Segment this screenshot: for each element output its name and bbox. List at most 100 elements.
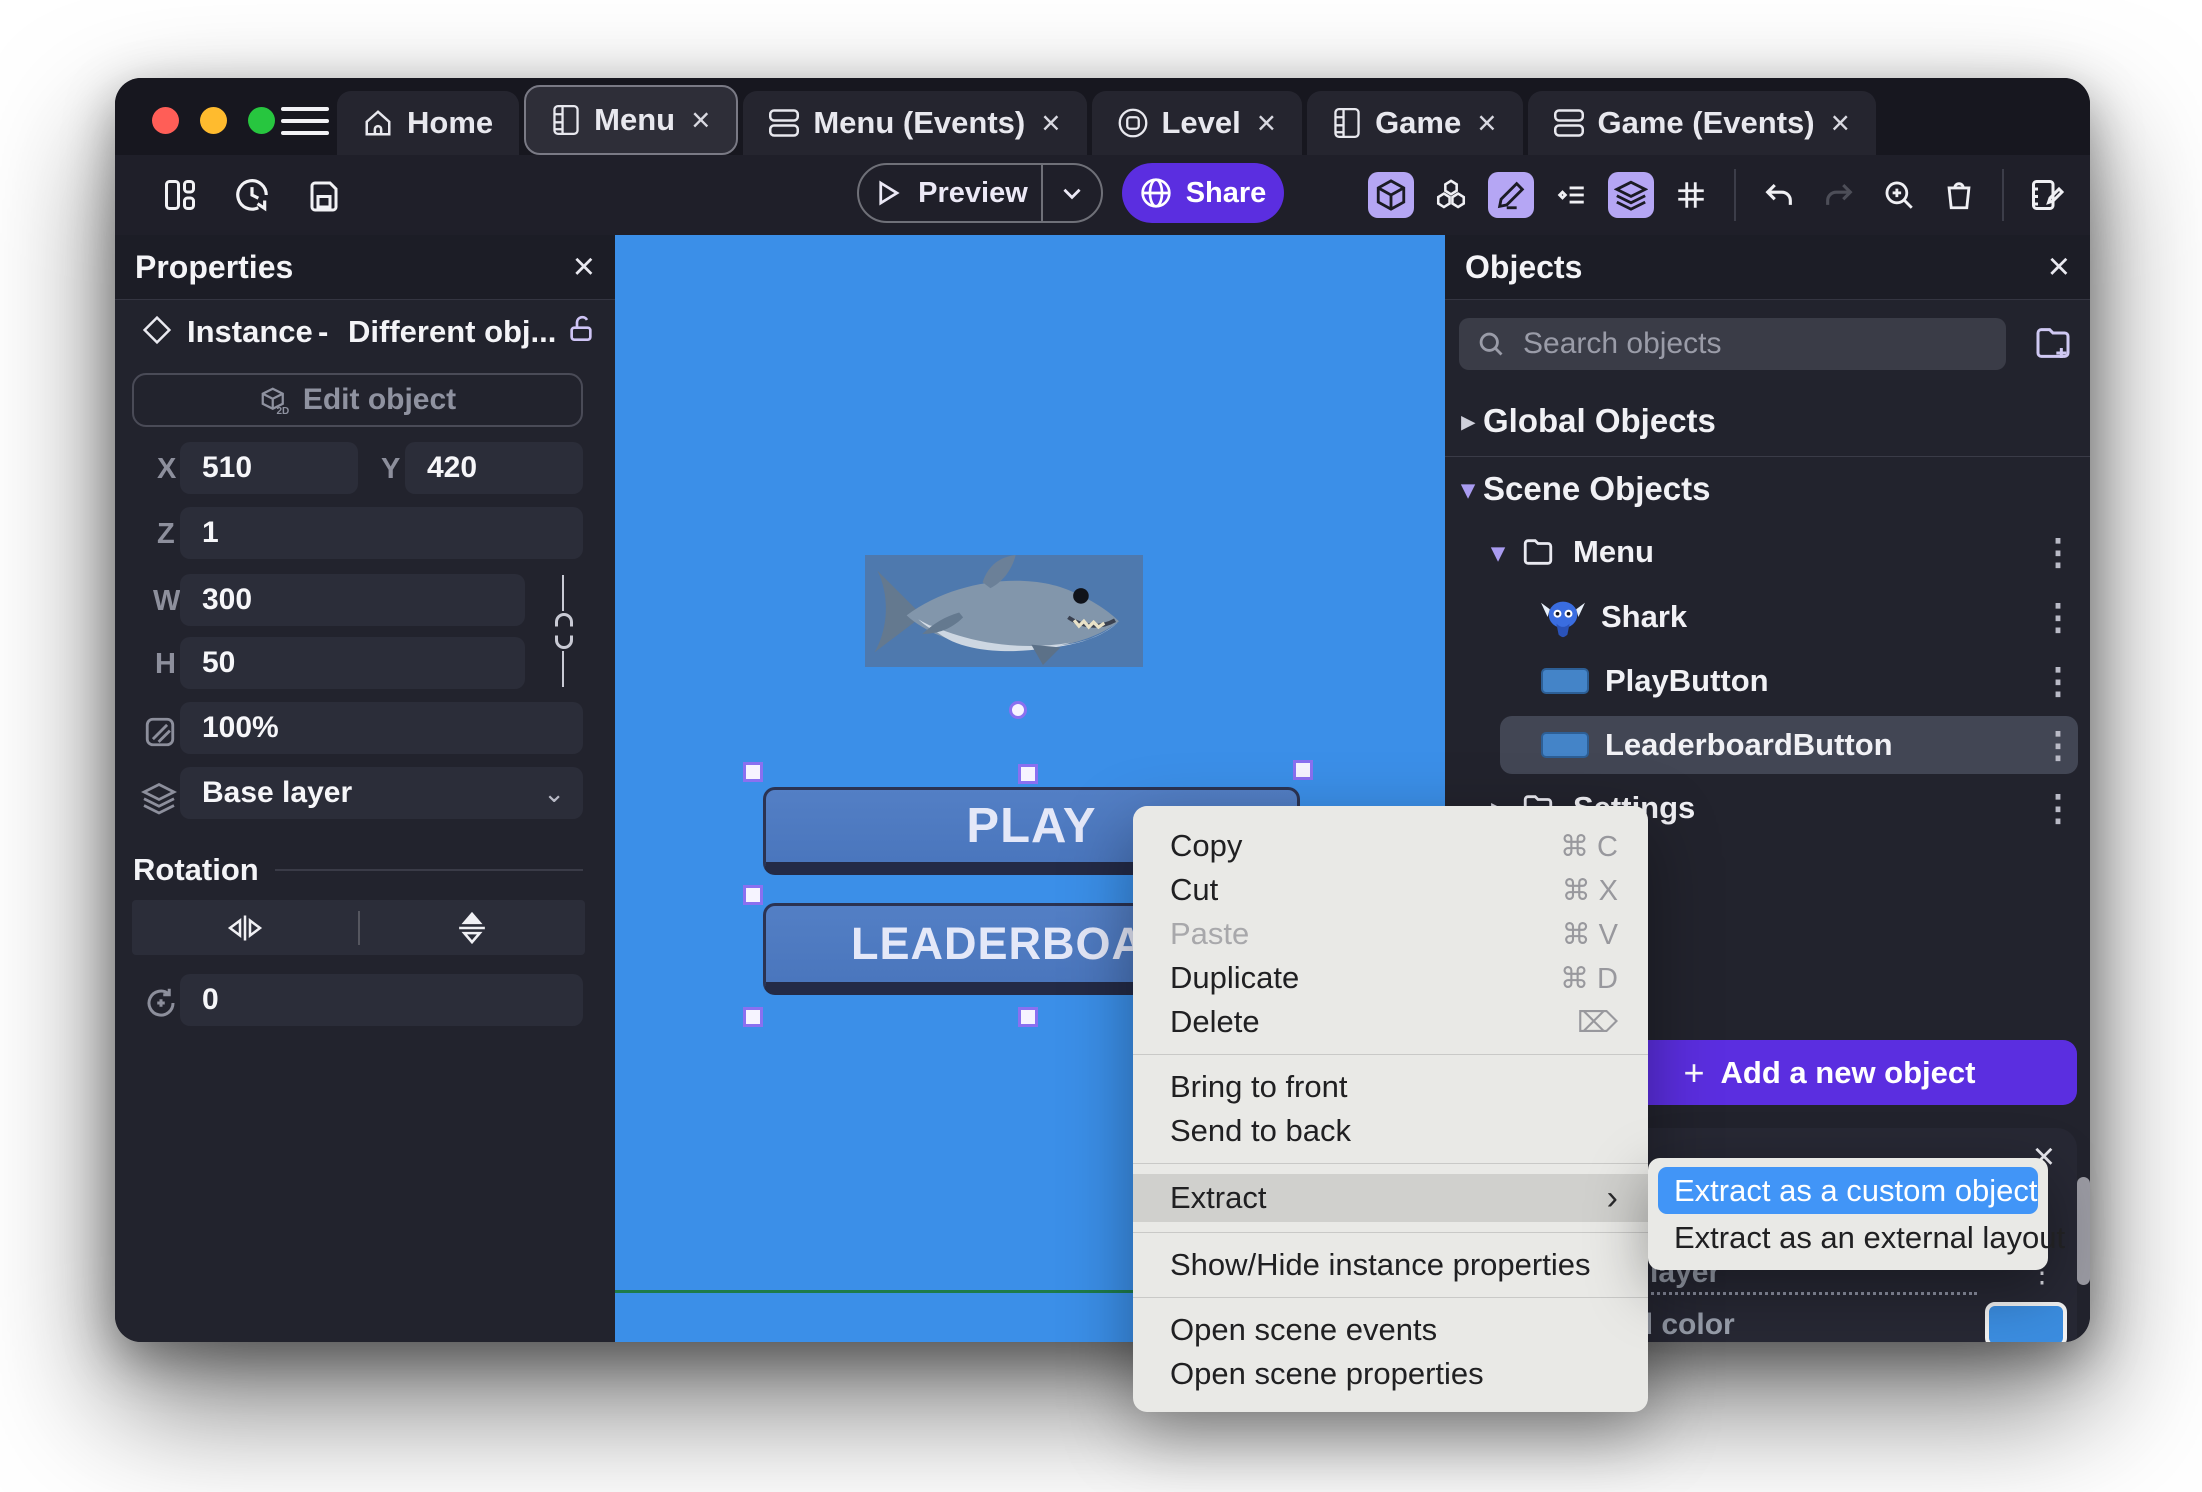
- tab-close-icon[interactable]: ×: [1257, 104, 1276, 142]
- selection-handle-top-right[interactable]: [1293, 760, 1313, 780]
- rotation-angle-input[interactable]: 0: [180, 974, 583, 1026]
- w-label: W: [153, 585, 181, 617]
- selection-handle-top-left[interactable]: [743, 762, 763, 782]
- redo-icon[interactable]: [1816, 172, 1862, 218]
- close-icon[interactable]: ×: [573, 248, 595, 286]
- tab-level[interactable]: Level ×: [1091, 91, 1303, 155]
- tab-label: Game (Events): [1597, 105, 1815, 140]
- instances-list-icon[interactable]: [1548, 172, 1594, 218]
- link-dimensions-icon[interactable]: [551, 613, 577, 649]
- events-icon: [1553, 109, 1584, 137]
- menu-item-open-scene-events[interactable]: Open scene events: [1133, 1308, 1648, 1352]
- tab-game-events[interactable]: Game (Events) ×: [1527, 91, 1876, 155]
- menu-item-cut[interactable]: Cut ⌘ X: [1133, 868, 1648, 912]
- share-button[interactable]: Share: [1122, 163, 1284, 223]
- save-icon[interactable]: [301, 172, 347, 218]
- preview-options-button[interactable]: [1041, 165, 1101, 221]
- instance-diamond-icon: [142, 315, 172, 345]
- kebab-menu-icon[interactable]: ⋮: [2040, 663, 2076, 699]
- menu-item-show-hide-instance-properties[interactable]: Show/Hide instance properties: [1133, 1243, 1648, 1287]
- context-menu: Copy ⌘ C Cut ⌘ X Paste ⌘ V Duplicate ⌘ D Del…: [1133, 806, 1648, 1412]
- unlock-icon[interactable]: [565, 313, 597, 345]
- tab-game[interactable]: Game ×: [1307, 91, 1523, 155]
- shortcut: ⌘ C: [1560, 830, 1618, 863]
- preview-button[interactable]: Preview: [857, 163, 1103, 223]
- history-icon[interactable]: [229, 172, 275, 218]
- submenu-item-extract-external-layout[interactable]: Extract as an external layout: [1658, 1214, 2065, 1261]
- chevron-down-icon[interactable]: ▾: [1483, 537, 1513, 568]
- tab-close-icon[interactable]: ×: [1041, 104, 1060, 142]
- menu-item-extract[interactable]: Extract ›: [1133, 1174, 1648, 1222]
- window-minimize-button[interactable]: [200, 107, 227, 134]
- properties-title: Properties: [135, 248, 294, 285]
- selection-handle-top-center[interactable]: [1018, 764, 1038, 784]
- y-input[interactable]: 420: [405, 442, 583, 494]
- z-label: Z: [157, 518, 175, 550]
- window-zoom-button[interactable]: [248, 107, 275, 134]
- layer-select[interactable]: Base layer ⌄: [180, 767, 583, 819]
- flip-vertical-icon[interactable]: [360, 910, 586, 946]
- tab-close-icon[interactable]: ×: [691, 101, 710, 139]
- folder-row-menu[interactable]: ▾ Menu ⋮: [1445, 531, 2090, 573]
- z-input[interactable]: 1: [180, 507, 583, 559]
- rotate-selection-handle[interactable]: [1009, 701, 1027, 719]
- kebab-menu-icon[interactable]: ⋮: [2040, 790, 2076, 826]
- object-row-shark[interactable]: Shark ⋮: [1445, 593, 2090, 641]
- menu-item-duplicate[interactable]: Duplicate ⌘ D: [1133, 956, 1648, 1000]
- flip-horizontal-icon[interactable]: [132, 912, 358, 944]
- delete-icon[interactable]: [1936, 172, 1982, 218]
- objects-panel-icon[interactable]: [1368, 172, 1414, 218]
- kebab-menu-icon[interactable]: ⋮: [2040, 534, 2076, 570]
- scene-objects-section[interactable]: ▾ Scene Objects: [1445, 469, 2090, 509]
- h-label: H: [155, 648, 176, 680]
- menu-item-copy[interactable]: Copy ⌘ C: [1133, 824, 1648, 868]
- object-row-playbutton[interactable]: PlayButton ⋮: [1445, 659, 2090, 703]
- w-input[interactable]: 300: [180, 574, 525, 626]
- selection-handle-mid-left[interactable]: [743, 885, 763, 905]
- events-icon: [769, 109, 800, 137]
- kebab-menu-icon[interactable]: ⋮: [2040, 727, 2076, 763]
- scene-properties-icon[interactable]: [2024, 172, 2070, 218]
- tab-home[interactable]: Home: [337, 91, 520, 155]
- chevron-down-icon[interactable]: ▾: [1453, 474, 1483, 505]
- window-close-button[interactable]: [152, 107, 179, 134]
- global-objects-section[interactable]: ▸ Global Objects: [1445, 401, 2090, 441]
- tab-menu-events[interactable]: Menu (Events) ×: [743, 91, 1087, 155]
- menu-item-bring-to-front[interactable]: Bring to front: [1133, 1065, 1648, 1109]
- zoom-in-icon[interactable]: [1876, 172, 1922, 218]
- edit-mode-icon[interactable]: [1488, 172, 1534, 218]
- object-groups-icon[interactable]: [1428, 172, 1474, 218]
- h-input[interactable]: 50: [180, 637, 525, 689]
- opacity-input[interactable]: 100%: [180, 702, 583, 754]
- shark-image: [874, 555, 1119, 666]
- background-color-swatch[interactable]: [1985, 1302, 2067, 1342]
- x-input[interactable]: 510: [180, 442, 358, 494]
- scrollbar[interactable]: [2077, 1177, 2090, 1285]
- chevron-right-icon[interactable]: ▸: [1453, 406, 1483, 437]
- selection-handle-bottom-center[interactable]: [1018, 1007, 1038, 1027]
- undo-icon[interactable]: [1756, 172, 1802, 218]
- layers-panel-icon[interactable]: [1608, 172, 1654, 218]
- kebab-menu-icon[interactable]: ⋮: [2040, 599, 2076, 635]
- preview-label: Preview: [918, 176, 1028, 209]
- object-row-leaderboardbutton[interactable]: LeaderboardButton ⋮: [1445, 722, 2090, 768]
- tab-menu[interactable]: Menu ×: [524, 85, 739, 155]
- close-icon[interactable]: ×: [2048, 248, 2070, 286]
- menu-item-paste[interactable]: Paste ⌘ V: [1133, 912, 1648, 956]
- objects-search[interactable]: [1459, 318, 2006, 370]
- edit-object-button[interactable]: 2D Edit object: [132, 373, 583, 427]
- search-input[interactable]: [1521, 326, 1988, 362]
- submenu-item-extract-custom-object[interactable]: Extract as a custom object: [1658, 1167, 2038, 1214]
- main-menu-icon[interactable]: [281, 104, 329, 138]
- menu-item-open-scene-properties[interactable]: Open scene properties: [1133, 1352, 1648, 1396]
- menu-item-send-to-back[interactable]: Send to back: [1133, 1109, 1648, 1153]
- add-folder-icon[interactable]: [2033, 323, 2073, 363]
- panels-layout-icon[interactable]: [157, 172, 203, 218]
- menu-item-delete[interactable]: Delete ⌦: [1133, 1000, 1648, 1044]
- grid-icon[interactable]: [1668, 172, 1714, 218]
- shark-sprite[interactable]: [865, 555, 1143, 667]
- tab-close-icon[interactable]: ×: [1831, 104, 1850, 142]
- selection-handle-bottom-left[interactable]: [743, 1007, 763, 1027]
- tab-close-icon[interactable]: ×: [1477, 104, 1496, 142]
- opacity-icon: [143, 715, 177, 749]
